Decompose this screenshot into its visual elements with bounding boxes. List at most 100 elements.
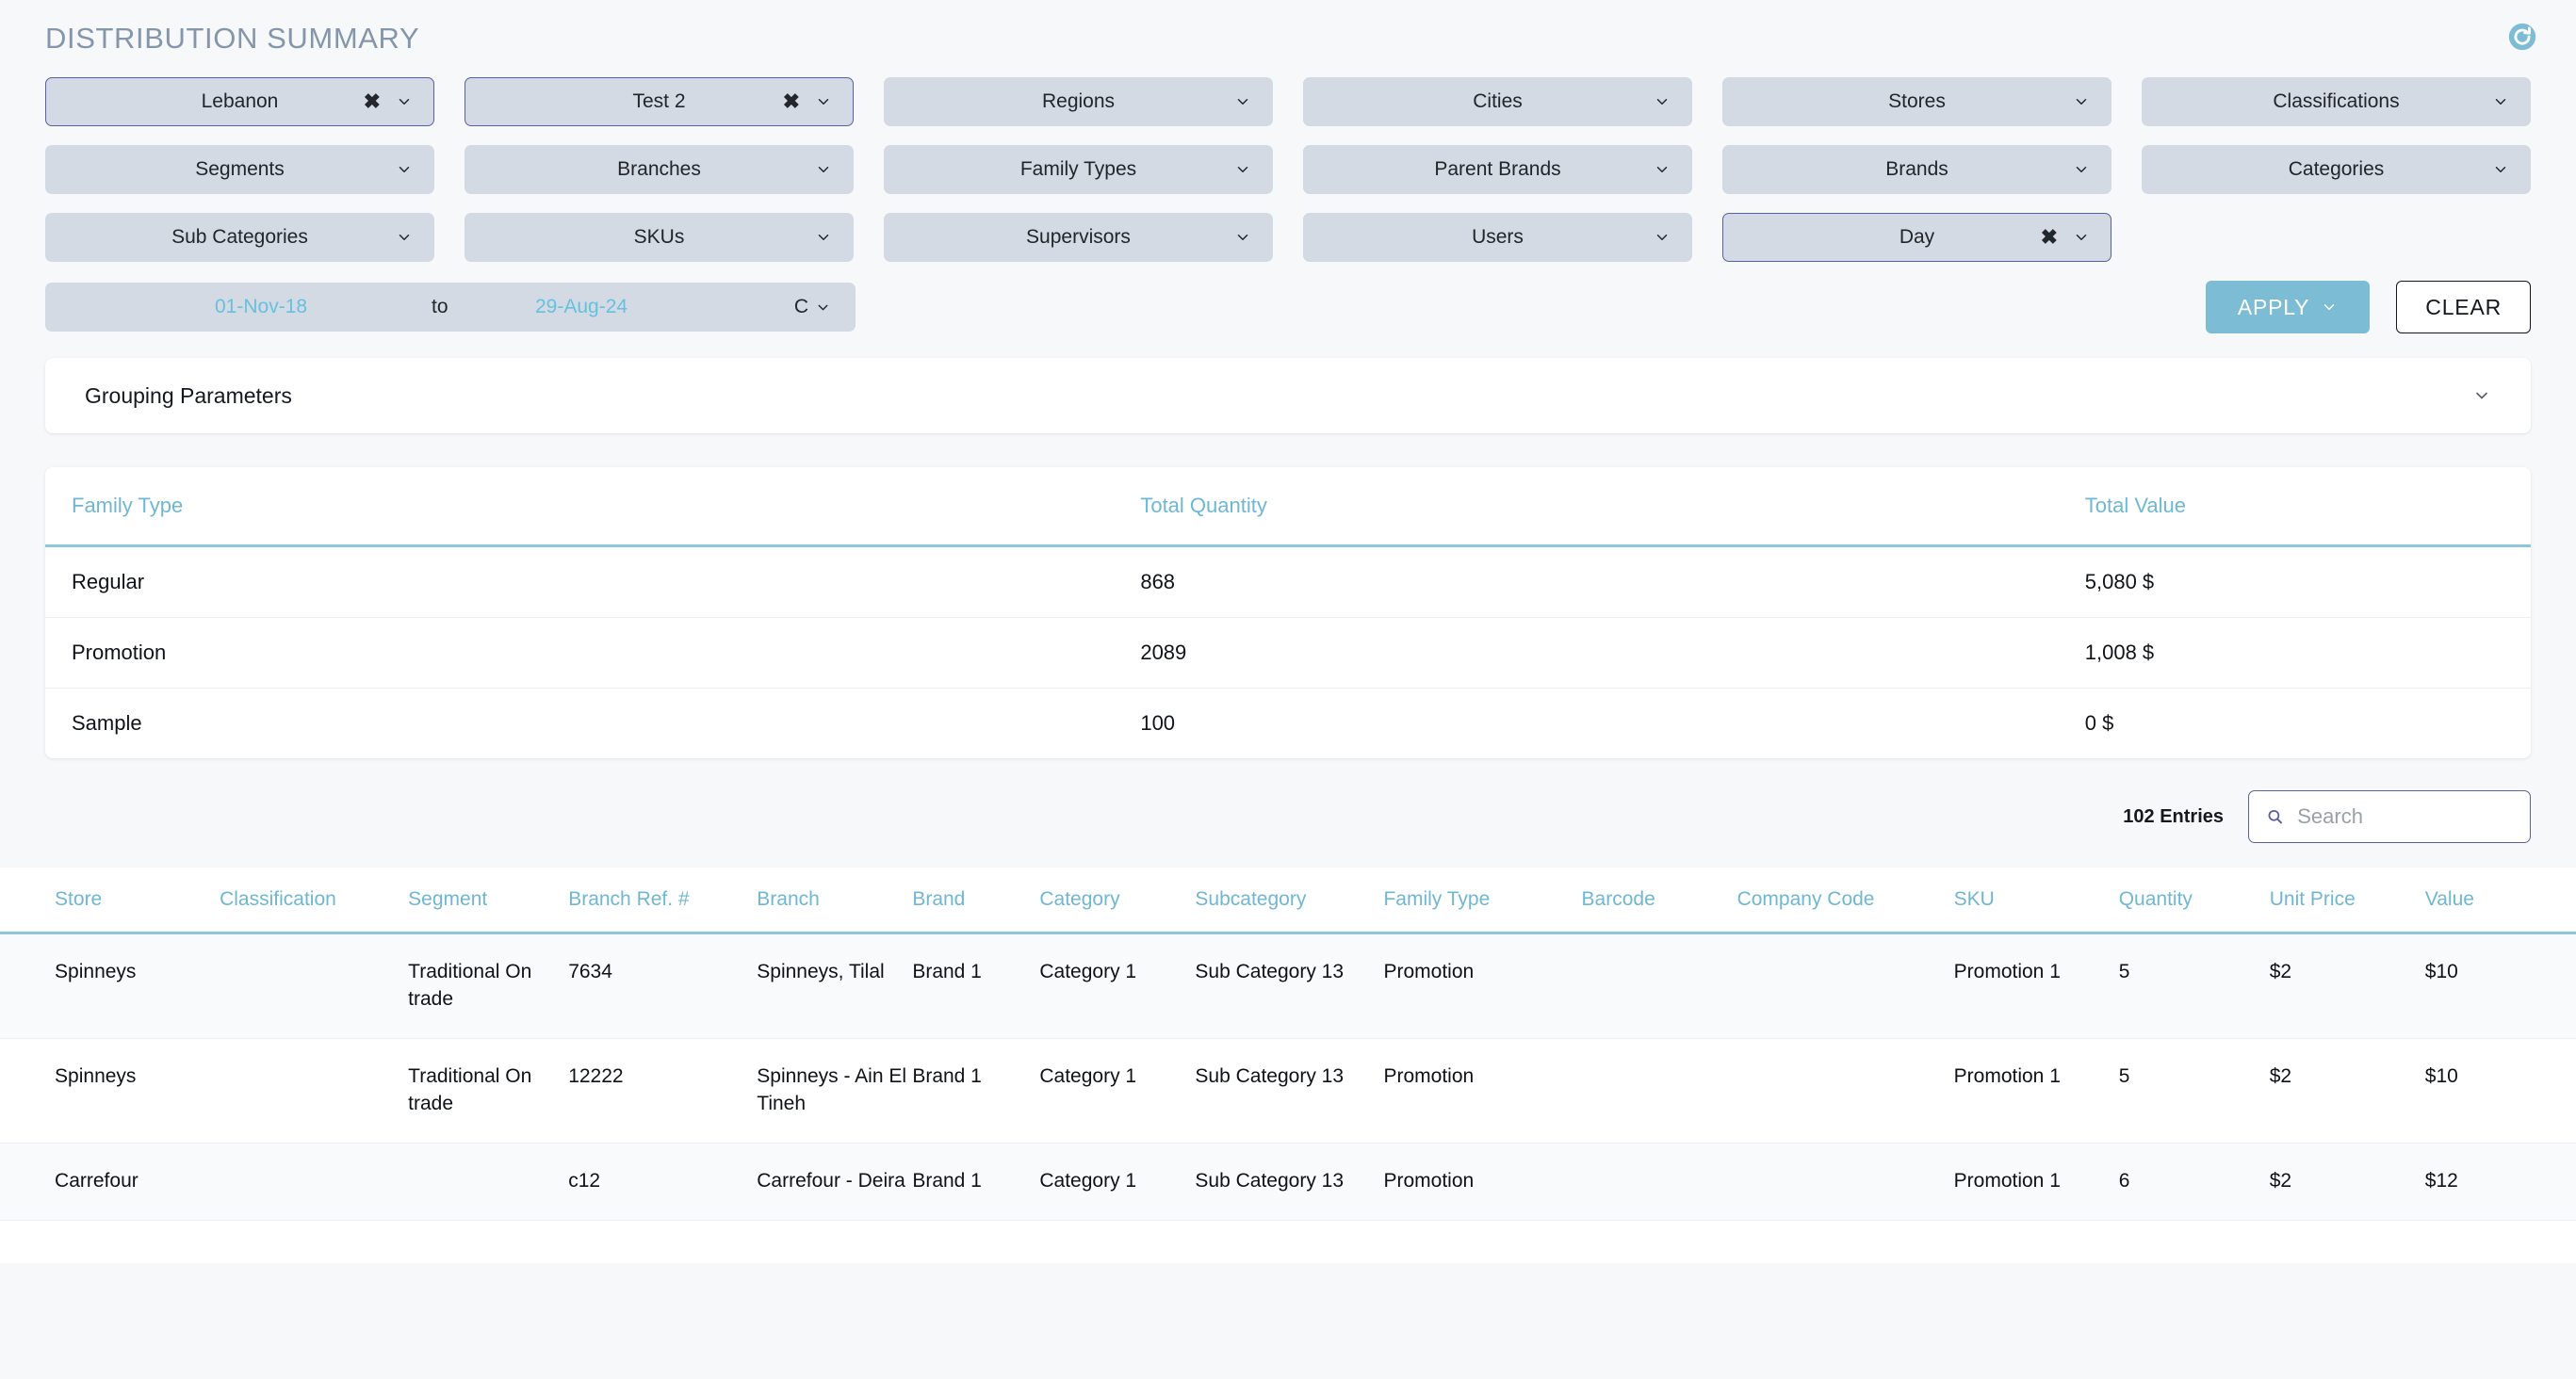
chevron-down-icon[interactable] [1234, 229, 1251, 246]
cell-ref [0, 1143, 55, 1220]
filter-branches[interactable]: Branches [465, 145, 854, 194]
summary-cell-total-quantity: 100 [1114, 689, 2058, 759]
filter-parent-brands[interactable]: Parent Brands [1303, 145, 1692, 194]
chevron-down-icon[interactable] [396, 93, 413, 110]
summary-cell-family-type: Promotion [45, 618, 1114, 689]
summary-header-total-value: Total Value [2059, 467, 2531, 546]
table-row[interactable]: Carrefourc12Carrefour - DeiraBrand 1Cate… [0, 1143, 2576, 1220]
filter-sub-categories[interactable]: Sub Categories [45, 213, 434, 262]
chevron-down-icon[interactable] [2073, 229, 2090, 246]
data-header-unit-price[interactable]: Unit Price [2270, 868, 2425, 933]
chevron-down-icon[interactable] [396, 161, 413, 178]
filter-stores[interactable]: Stores [1722, 77, 2111, 126]
data-header-subcategory[interactable]: Subcategory [1195, 868, 1383, 933]
data-header-classification[interactable]: Classification [220, 868, 408, 933]
table-toolbar: 102 Entries [45, 790, 2531, 843]
date-from-value[interactable]: 01-Nov-18 [215, 296, 307, 318]
chevron-down-icon[interactable] [2492, 161, 2509, 178]
date-mode-dropdown[interactable]: C [794, 296, 831, 318]
chevron-down-icon[interactable] [2472, 386, 2491, 405]
filter-label: SKUs [634, 226, 685, 249]
chevron-down-icon[interactable] [815, 229, 832, 246]
chevron-down-icon[interactable] [815, 161, 832, 178]
filter-segments[interactable]: Segments [45, 145, 434, 194]
data-header-family-type[interactable]: Family Type [1383, 868, 1581, 933]
filter-categories[interactable]: Categories [2142, 145, 2531, 194]
clear-filter-icon[interactable]: ✖ [783, 91, 800, 112]
date-range-picker[interactable]: 01-Nov-18 to 29-Aug-24 C [45, 283, 856, 332]
table-row[interactable]: p123SpinneysTraditional On trade12222Spi… [0, 1038, 2576, 1143]
filter-brands[interactable]: Brands [1722, 145, 2111, 194]
clear-filter-icon[interactable]: ✖ [2041, 227, 2058, 248]
data-table: Ref. #StoreClassificationSegmentBranch R… [0, 868, 2576, 1221]
chevron-down-icon[interactable] [1654, 229, 1671, 246]
summary-cell-total-value: 0 $ [2059, 689, 2531, 759]
data-header-ref[interactable]: Ref. # [0, 868, 55, 933]
data-table-scroll-area[interactable]: Ref. #StoreClassificationSegmentBranch R… [0, 868, 2576, 1221]
cell-value: $10 [2425, 1038, 2576, 1143]
page-header: DISTRIBUTION SUMMARY [0, 0, 2576, 77]
chevron-down-icon[interactable] [2073, 161, 2090, 178]
data-header-quantity[interactable]: Quantity [2119, 868, 2270, 933]
search-input[interactable] [2297, 804, 2513, 829]
chevron-down-icon[interactable] [815, 93, 832, 110]
data-header-company-code[interactable]: Company Code [1737, 868, 1954, 933]
distribution-summary-page: DISTRIBUTION SUMMARY Lebanon✖Test 2✖Regi… [0, 0, 2576, 1379]
chevron-down-icon[interactable] [1654, 93, 1671, 110]
filter-supervisors[interactable]: Supervisors [884, 213, 1273, 262]
cell-family-type: Promotion [1383, 933, 1581, 1039]
filter-label: Parent Brands [1434, 158, 1560, 181]
search-box[interactable] [2248, 790, 2531, 843]
clear-button[interactable]: CLEAR [2396, 281, 2531, 333]
data-header-segment[interactable]: Segment [408, 868, 568, 933]
data-header-store[interactable]: Store [55, 868, 220, 933]
cell-company-code [1737, 933, 1954, 1039]
chevron-down-icon[interactable] [1234, 93, 1251, 110]
filter-label: Lebanon [202, 90, 279, 113]
cell-branch: Spinneys - Ain El Tineh [757, 1038, 912, 1143]
filter-day[interactable]: Day✖ [1722, 213, 2111, 262]
data-table-header-row: Ref. #StoreClassificationSegmentBranch R… [0, 868, 2576, 933]
chevron-down-icon [2321, 299, 2338, 316]
date-to-value[interactable]: 29-Aug-24 [535, 296, 628, 318]
grouping-parameters-title: Grouping Parameters [85, 383, 292, 409]
refresh-icon[interactable] [2506, 21, 2538, 53]
cell-store: Carrefour [55, 1143, 220, 1220]
cell-subcategory: Sub Category 13 [1195, 933, 1383, 1039]
cell-category: Category 1 [1039, 933, 1195, 1039]
summary-cell-total-quantity: 2089 [1114, 618, 2058, 689]
data-header-barcode[interactable]: Barcode [1582, 868, 1737, 933]
cell-barcode [1582, 1038, 1737, 1143]
table-row[interactable]: p123SpinneysTraditional On trade7634Spin… [0, 933, 2576, 1039]
filter-regions[interactable]: Regions [884, 77, 1273, 126]
data-header-value[interactable]: Value [2425, 868, 2576, 933]
cell-classification [220, 1038, 408, 1143]
chevron-down-icon[interactable] [1654, 161, 1671, 178]
chevron-down-icon[interactable] [396, 229, 413, 246]
date-range-separator: to [432, 296, 448, 318]
filter-label: Classifications [2273, 90, 2399, 113]
cell-unit-price: $2 [2270, 933, 2425, 1039]
clear-filter-icon[interactable]: ✖ [364, 91, 381, 112]
data-header-brand[interactable]: Brand [912, 868, 1039, 933]
filter-label: Family Types [1020, 158, 1136, 181]
filter-users[interactable]: Users [1303, 213, 1692, 262]
filter-skus[interactable]: SKUs [465, 213, 854, 262]
filter-classifications[interactable]: Classifications [2142, 77, 2531, 126]
filter-family-types[interactable]: Family Types [884, 145, 1273, 194]
chevron-down-icon[interactable] [1234, 161, 1251, 178]
filter-test-2[interactable]: Test 2✖ [465, 77, 854, 126]
cell-family-type: Promotion [1383, 1038, 1581, 1143]
chevron-down-icon[interactable] [2492, 93, 2509, 110]
filter-cities[interactable]: Cities [1303, 77, 1692, 126]
data-header-sku[interactable]: SKU [1954, 868, 2119, 933]
apply-button[interactable]: APPLY [2206, 281, 2370, 333]
filter-lebanon[interactable]: Lebanon ✖ [45, 77, 434, 126]
cell-family-type: Promotion [1383, 1143, 1581, 1220]
data-header-category[interactable]: Category [1039, 868, 1195, 933]
chevron-down-icon[interactable] [2073, 93, 2090, 110]
cell-brand: Brand 1 [912, 933, 1039, 1039]
data-header-branch[interactable]: Branch [757, 868, 912, 933]
data-header-branch-ref[interactable]: Branch Ref. # [568, 868, 757, 933]
grouping-parameters-panel[interactable]: Grouping Parameters [45, 358, 2531, 433]
